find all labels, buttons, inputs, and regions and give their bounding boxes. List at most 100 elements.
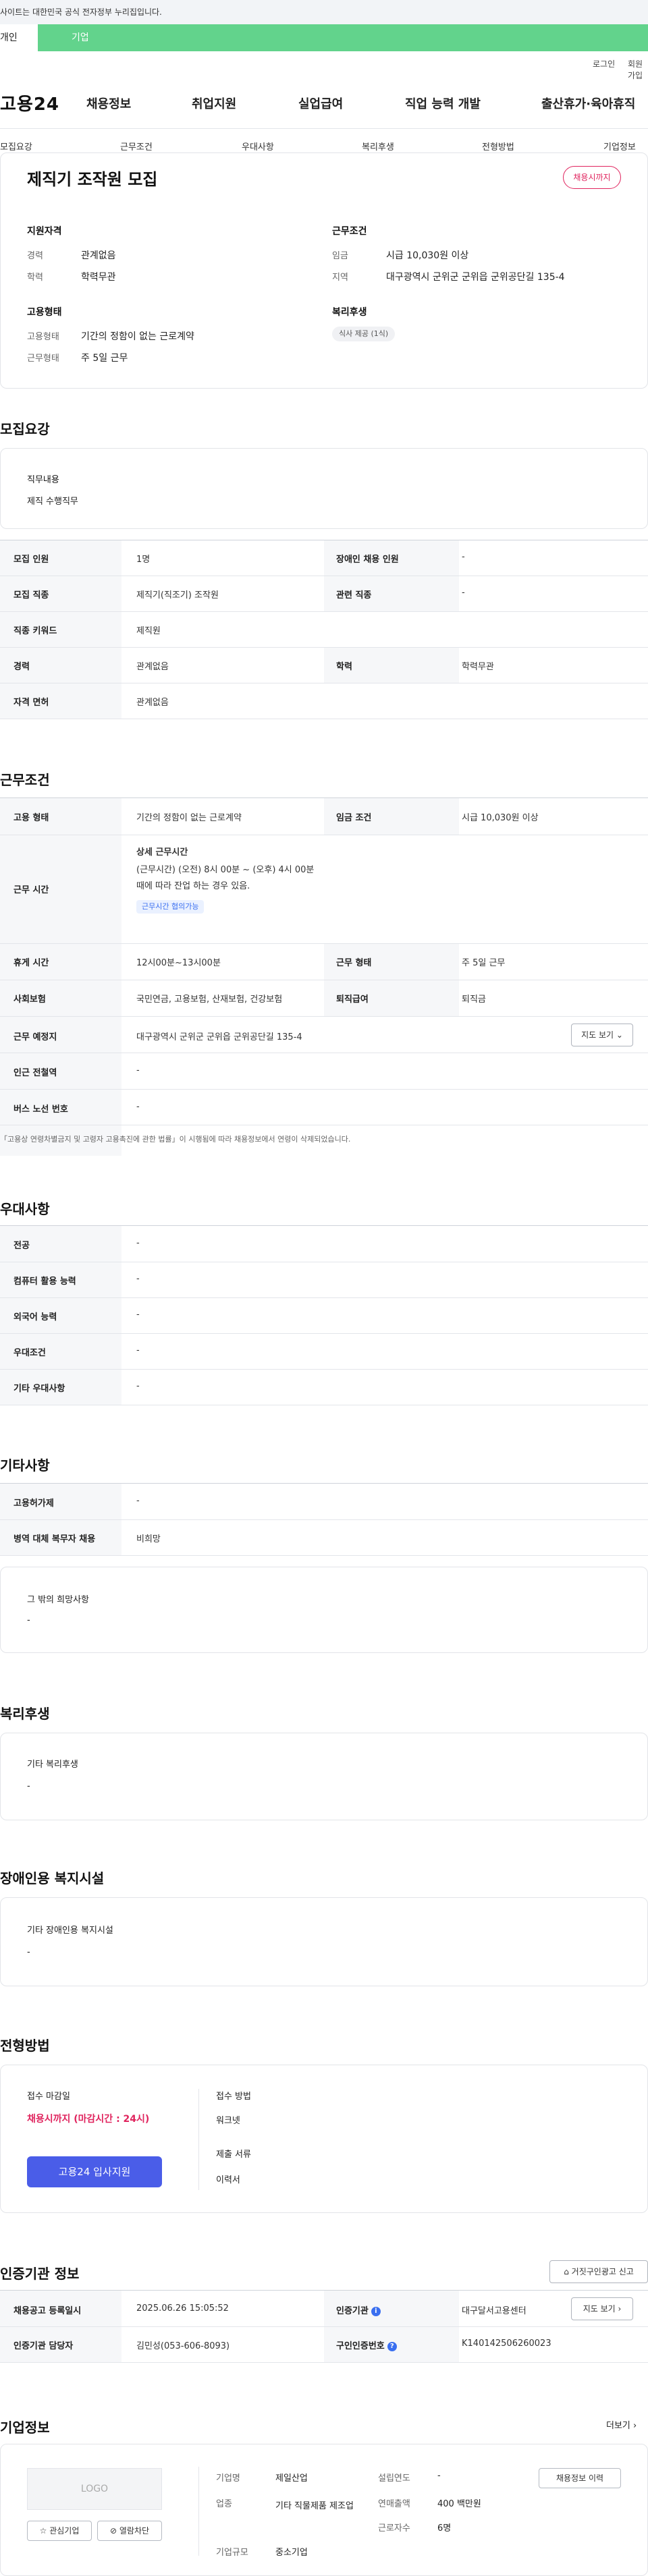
cond-value: 시급 10,030원 이상 xyxy=(386,250,469,261)
subnav-company[interactable]: 기업정보 xyxy=(603,140,636,152)
cond-heading: 근무조건 xyxy=(332,226,367,237)
home-icon: ⌂ xyxy=(564,2267,569,2276)
docs-value: 이력서 xyxy=(216,2175,240,2185)
cond-value: 대구광역시 군위군 군위읍 군위공단길 135-4 xyxy=(386,272,565,283)
tab-company[interactable]: 기업 xyxy=(38,24,648,51)
false-ad-report-label: 거짓구인광고 신고 xyxy=(571,2267,634,2276)
info-icon[interactable]: i xyxy=(371,2306,381,2316)
table-cell: - xyxy=(136,1065,140,1075)
company-field-label: 근로자수 xyxy=(378,2523,410,2533)
row-divider xyxy=(0,1333,648,1334)
table-header: 고용허가제 xyxy=(14,1499,54,1509)
gov-banner: 사이트는 대한민국 공식 전자정부 누리집입니다. xyxy=(0,0,648,24)
site-logo[interactable]: 고용24 xyxy=(0,90,59,115)
table-header: 근무 예정지 xyxy=(14,1032,57,1042)
map-view-button[interactable]: 지도 보기 ⌄ xyxy=(571,1024,633,1046)
facility-heading: 장애인용 복지시설 xyxy=(0,1870,105,1886)
help-icon[interactable]: ? xyxy=(387,2341,397,2351)
false-ad-report-button[interactable]: ⌂ 거짓구인광고 신고 xyxy=(549,2260,648,2283)
row-divider xyxy=(0,1369,648,1370)
subnav-work[interactable]: 근무조건 xyxy=(120,140,153,152)
table-cell: 대구달서고용센터 xyxy=(462,2306,526,2316)
row-divider xyxy=(0,1555,648,1556)
cond-label: 임금 xyxy=(332,251,348,261)
subnav-pref[interactable]: 우대사항 xyxy=(242,140,274,152)
gnb-parental-leave[interactable]: 출산휴가·육아휴직 xyxy=(541,94,635,112)
map-view-label: 지도 보기 xyxy=(581,1030,614,1040)
work-heading: 근무조건 xyxy=(0,772,50,788)
table-cell: 퇴직금 xyxy=(462,995,486,1005)
table-cell: K140142506260023 xyxy=(462,2339,551,2349)
chevron-down-icon: ⌄ xyxy=(616,1030,623,1040)
table-header: 근무 형태 xyxy=(336,958,372,968)
subnav-screening[interactable]: 전형방법 xyxy=(482,140,514,152)
deadline-value: 채용시까지 (마감시간 : 24시) xyxy=(27,2114,150,2125)
screening-heading: 전형방법 xyxy=(0,2038,50,2054)
job-history-button[interactable]: 채용정보 이력 xyxy=(539,2468,621,2488)
agency-heading: 인증기관 정보 xyxy=(0,2266,80,2282)
table-cell: (근무시간) (오전) 8시 00분 ~ (오후) 4시 00분 xyxy=(136,865,315,875)
table-header: 기타 우대사항 xyxy=(14,1384,65,1394)
favorite-company-button[interactable]: ☆ 관심기업 xyxy=(27,2521,92,2541)
row-divider xyxy=(0,1016,648,1017)
company-field-value: 제일산업 xyxy=(275,2473,308,2484)
table-header: 인증기관 i xyxy=(336,2303,381,2316)
subnav-recruit[interactable]: 모집요강 xyxy=(0,140,32,152)
table-cell: - xyxy=(136,1345,140,1355)
method-label: 접수 방법 xyxy=(216,2092,251,2102)
row-divider xyxy=(0,1089,648,1090)
other-wishes-value: - xyxy=(27,1615,30,1625)
table-cell: 12시00분~13시00분 xyxy=(136,958,221,968)
table-cell: - xyxy=(462,552,465,562)
login-link[interactable]: 로그인 xyxy=(593,58,615,69)
row-divider xyxy=(0,1519,648,1520)
table-cell: 국민연금, 고용보험, 산재보험, 건강보험 xyxy=(136,995,283,1005)
header-divider xyxy=(0,128,648,129)
table-cell: 제직원 xyxy=(136,626,161,636)
table-cell: 대구광역시 군위군 군위읍 군위공단길 135-4 xyxy=(136,1032,302,1042)
apply-button[interactable]: 고용24 입사지원 xyxy=(27,2156,162,2187)
row-divider xyxy=(0,2362,648,2363)
table-header: 임금 조건 xyxy=(336,813,372,823)
facility-label: 기타 장애인용 복지시설 xyxy=(27,1926,113,1936)
etc-heading: 기타사항 xyxy=(0,1457,50,1474)
table-cell: 2025.06.26 15:05:52 xyxy=(136,2303,229,2314)
favorite-company-label: 관심기업 xyxy=(49,2526,80,2536)
other-wishes-label: 그 밖의 희망사항 xyxy=(27,1595,89,1605)
agency-map-button[interactable]: 지도 보기 › xyxy=(571,2297,633,2320)
recruit-heading: 모집요강 xyxy=(0,421,50,437)
company-more-label: 더보기 xyxy=(606,2421,630,2431)
company-field-value: 중소기업 xyxy=(275,2548,308,2558)
table-cell: 제직기(직조기) 조작원 xyxy=(136,590,219,600)
join-link[interactable]: 회원가입 xyxy=(628,58,648,81)
table-header: 직종 키워드 xyxy=(14,626,57,636)
table-header: 병역 대체 복무자 채용 xyxy=(14,1534,96,1544)
table-cell: 때에 따라 잔업 하는 경우 있음. xyxy=(136,881,250,891)
emp-label: 근무형태 xyxy=(27,354,59,364)
chevron-right-icon: › xyxy=(618,2304,622,2314)
company-more-link[interactable]: 더보기 › xyxy=(606,2418,637,2431)
subnav-welfare[interactable]: 복리후생 xyxy=(362,140,394,152)
gnb-job-info[interactable]: 채용정보 xyxy=(86,94,131,112)
block-view-button[interactable]: ⊘ 열람차단 xyxy=(97,2521,162,2541)
table-cell: 시급 10,030원 이상 xyxy=(462,813,539,823)
gnb-employment-support[interactable]: 취업지원 xyxy=(192,94,236,112)
tab-personal[interactable]: 개인 xyxy=(0,24,38,51)
row-divider xyxy=(0,1297,648,1298)
page-title: 제직기 조작원 모집 xyxy=(27,170,158,189)
table-cell: - xyxy=(136,1381,140,1391)
other-wishes-card xyxy=(0,1567,648,1653)
company-field-value: 400 백만원 xyxy=(437,2499,481,2509)
gnb-job-skills[interactable]: 직업 능력 개발 xyxy=(405,94,481,112)
status-badge: 채용시까지 xyxy=(563,166,621,189)
table-cell: - xyxy=(136,1274,140,1284)
cond-label: 지역 xyxy=(332,273,348,283)
table-cell: 비희망 xyxy=(136,1534,161,1544)
time-negotiable-tag: 근무시간 협의가능 xyxy=(136,900,205,914)
table-header: 채용공고 등록일시 xyxy=(14,2306,82,2316)
row-divider xyxy=(0,943,648,944)
gnb-unemployment-benefit[interactable]: 실업급여 xyxy=(298,94,343,112)
agency-num-label: 구인인증번호 xyxy=(336,2341,385,2351)
company-field-value: 6명 xyxy=(437,2523,452,2533)
table-header: 휴게 시간 xyxy=(14,958,49,968)
